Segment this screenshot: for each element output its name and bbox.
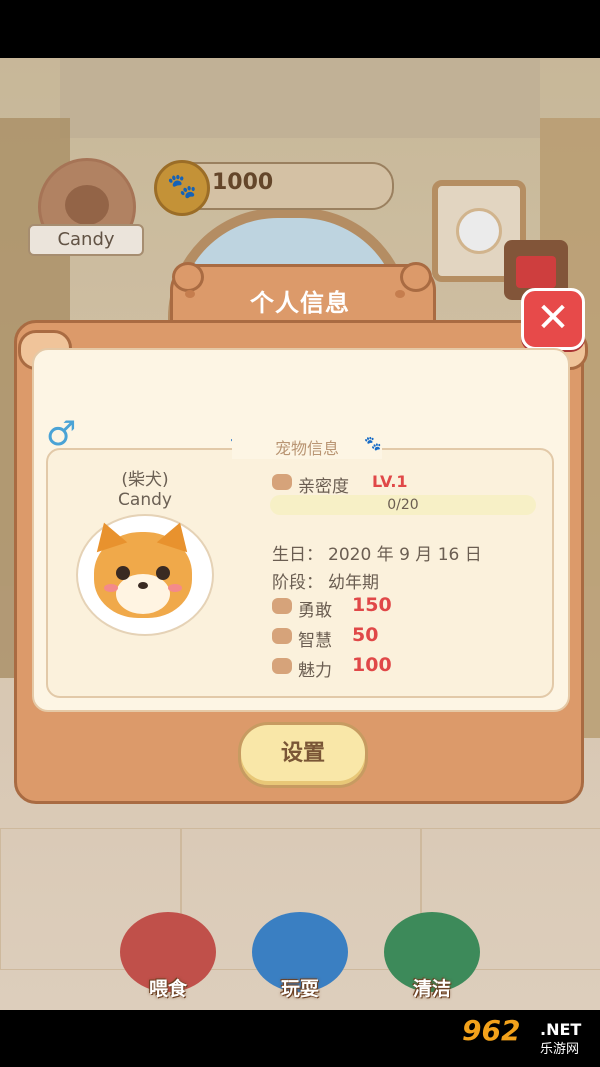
stat-label: 勇敢 xyxy=(298,601,332,621)
shiba-dog-image xyxy=(88,517,196,618)
dialog-title: 个人信息 xyxy=(250,289,350,317)
stage-label: 阶段： xyxy=(272,573,323,593)
intimacy-label: 亲密度 xyxy=(298,477,349,497)
intimacy-progress-bar: 0/20 xyxy=(270,495,536,515)
birthday-label: 生日： xyxy=(272,545,323,565)
intimacy-level: LV.1 xyxy=(372,472,408,491)
action-label: 清洁 xyxy=(412,978,451,1000)
game-screen: Candy 🐾 1000 个人信息 ✕ ♂ 🐾 宠物信息 🐾 (柴犬) Cand… xyxy=(0,0,600,1067)
watermark-domain: .NET xyxy=(540,1020,582,1039)
stat-value: 50 xyxy=(352,624,379,646)
play-button[interactable]: 玩耍 xyxy=(250,912,350,1004)
clean-button[interactable]: 清洁 xyxy=(382,912,482,1004)
graduation-cap-icon xyxy=(272,628,292,644)
settings-button[interactable]: 设置 xyxy=(238,722,368,788)
pet-name: Candy xyxy=(118,490,172,510)
site-watermark: 962 .NET 乐游网 xyxy=(462,1014,592,1064)
close-button[interactable]: ✕ xyxy=(521,288,585,350)
stat-value: 150 xyxy=(352,594,392,616)
pet-breed: (柴犬) xyxy=(121,470,169,490)
watermark-brand: 962 xyxy=(462,1014,521,1047)
heart-icon xyxy=(272,474,292,490)
stage-value: 幼年期 xyxy=(328,573,379,593)
section-title: 宠物信息 xyxy=(232,435,382,459)
intimacy-progress-text: 0/20 xyxy=(387,497,419,513)
crossed-bones-icon: ✕ xyxy=(536,295,570,341)
star-icon xyxy=(272,658,292,674)
paw-icon: 🐾 xyxy=(364,436,382,452)
stat-label: 智慧 xyxy=(298,631,332,651)
birthday-value: 2020 年 9 月 16 日 xyxy=(328,545,482,565)
feed-button[interactable]: 喂食 xyxy=(118,912,218,1004)
action-label: 玩耍 xyxy=(280,978,319,1000)
fist-icon xyxy=(272,598,292,614)
stat-label: 魅力 xyxy=(298,661,332,681)
pet-identity: (柴犬) Candy xyxy=(80,470,210,510)
action-label: 喂食 xyxy=(148,978,187,1000)
watermark-site: 乐游网 xyxy=(540,1042,580,1057)
stat-value: 100 xyxy=(352,654,392,676)
